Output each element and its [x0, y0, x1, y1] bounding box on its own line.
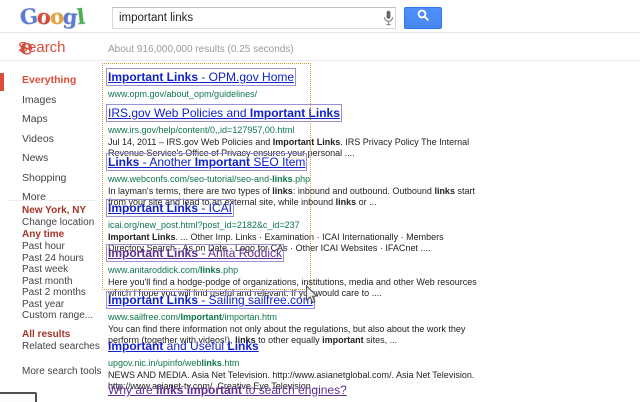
sidebar-item-news[interactable]: News — [22, 149, 76, 169]
search-icon — [417, 9, 430, 27]
sidebar-item-everything[interactable]: Everything — [22, 71, 76, 91]
sidebar-nav: EverythingImagesMapsVideosNewsShoppingMo… — [22, 71, 76, 208]
time-filter-list: Past hourPast 24 hoursPast weekPast mont… — [22, 241, 93, 322]
browser-status-bubble — [0, 392, 37, 402]
result-url: www.webconfs.com/seo-tutorial/seo-and-li… — [108, 173, 480, 185]
time-filter-past-24-hours[interactable]: Past 24 hours — [22, 253, 93, 265]
results-filter-list: Related searches — [22, 341, 100, 353]
search-result: Important Links - Anita Roddick www.anita… — [108, 244, 480, 298]
selected-nav-indicator — [0, 73, 4, 91]
time-filter-group: Any time Past hourPast 24 hoursPast week… — [22, 229, 93, 322]
result-title-link[interactable]: IRS.gov Web Policies and Important Links — [108, 106, 340, 120]
time-filter-label[interactable]: Any time — [22, 229, 93, 241]
time-filter-past-week[interactable]: Past week — [22, 264, 93, 276]
location-group: New York, NY Change location — [22, 205, 94, 229]
result-title-link[interactable]: Important and Useful Links — [108, 339, 259, 353]
search-result: IRS.gov Web Policies and Important Links… — [108, 104, 480, 158]
result-title-link[interactable]: Important Links - OPM.gov Home — [108, 70, 294, 84]
search-mode-label: Search — [18, 39, 66, 56]
result-url: www.irs.gov/help/content/0,,id=127957,00… — [108, 124, 480, 136]
logo-letter: l — [75, 2, 86, 33]
result-title-link[interactable]: Important Links - Sailing sailfree.com — [108, 293, 313, 307]
result-title-link[interactable]: Links - Another Important SEO Item — [108, 155, 305, 169]
result-url: www.sailfree.com/Important/importan.htm — [108, 311, 480, 323]
result-title-link[interactable]: Important Links - Anita Roddick — [108, 246, 282, 260]
time-filter-past-year[interactable]: Past year — [22, 299, 93, 311]
results-filter-group: All results Related searches — [22, 329, 100, 353]
time-filter-custom-range[interactable]: Custom range... — [22, 310, 93, 322]
search-result: Important Links - OPM.gov Home www.opm.go… — [108, 68, 480, 100]
google-search-page: Google Search About 916,000,000 results … — [0, 0, 640, 402]
sidebar-divider — [8, 200, 96, 201]
sidebar-item-videos[interactable]: Videos — [22, 130, 76, 150]
google-doodle-logo[interactable]: Google — [20, 2, 90, 32]
search-result: Why are links important to search engine… — [108, 381, 480, 402]
all-results-label[interactable]: All results — [22, 329, 100, 341]
time-filter-past-hour[interactable]: Past hour — [22, 241, 93, 253]
top-header-bar: Google — [0, 0, 640, 33]
result-url: www.anitaroddick.com/links.php — [108, 264, 480, 276]
results-filter-related-searches[interactable]: Related searches — [22, 341, 100, 353]
result-url: www.opm.gov/about_opm/guidelines/ — [108, 88, 480, 100]
header-divider — [0, 60, 640, 61]
search-input[interactable] — [112, 7, 396, 29]
microphone-icon[interactable] — [383, 10, 394, 26]
time-filter-past-month[interactable]: Past month — [22, 276, 93, 288]
search-button[interactable] — [404, 7, 442, 29]
result-url: upgov.nic.in/upinfo/weblinks.htm — [108, 357, 480, 369]
sidebar-item-images[interactable]: Images — [22, 91, 76, 111]
result-title-link[interactable]: Important Links - ICAI — [108, 201, 232, 215]
sidebar-item-shopping[interactable]: Shopping — [22, 169, 76, 189]
location-label: New York, NY — [22, 205, 94, 217]
result-url: icai.org/new_post.html?post_id=2182&c_id… — [108, 219, 480, 231]
change-location-link[interactable]: Change location — [22, 217, 94, 229]
time-filter-past-2-months[interactable]: Past 2 months — [22, 287, 93, 299]
results-stats: About 916,000,000 results (0.25 seconds) — [108, 44, 294, 55]
result-title-link[interactable]: Why are links important to search engine… — [108, 383, 347, 397]
more-search-tools-link[interactable]: More search tools — [22, 366, 101, 378]
sidebar-item-maps[interactable]: Maps — [22, 110, 76, 130]
